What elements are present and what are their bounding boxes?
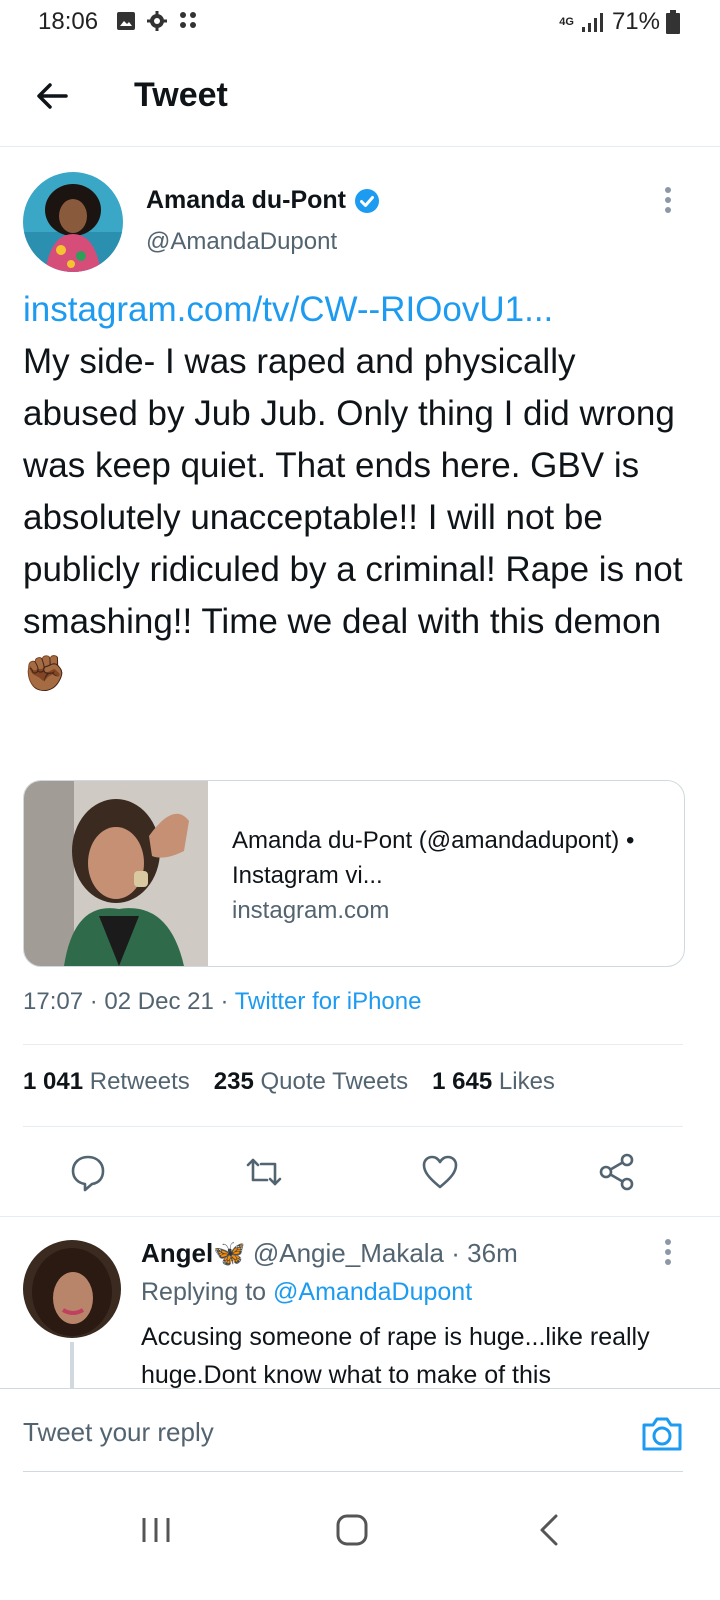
card-text: Amanda du-Pont (@amandadupont) • Instagr… — [232, 823, 672, 928]
gear-icon — [147, 11, 167, 31]
divider — [23, 1044, 683, 1045]
reply-author-handle[interactable]: @Angie_Makala — [253, 1238, 444, 1268]
replying-prefix: Replying to — [141, 1278, 267, 1306]
reply-icon[interactable] — [68, 1152, 108, 1192]
tweet-link[interactable]: instagram.com/tv/CW--RIOovU1... — [23, 284, 693, 336]
replying-to: Replying to @AmandaDupont — [141, 1278, 472, 1307]
retweets-count: 1 041 — [23, 1068, 84, 1095]
tweet-date: 02 Dec 21 — [104, 988, 214, 1015]
replying-to-handle[interactable]: @AmandaDupont — [273, 1278, 472, 1306]
divider — [23, 1126, 683, 1127]
reply-more-options-icon[interactable] — [664, 1238, 672, 1266]
more-options-icon[interactable] — [664, 186, 672, 214]
quotes-count: 235 — [213, 1068, 254, 1095]
author-name-text: Amanda du-Pont — [146, 186, 346, 214]
reply-composer: Tweet your reply — [0, 1388, 720, 1474]
page-title: Tweet — [134, 76, 228, 114]
top-app-bar: Tweet — [0, 46, 720, 147]
author-avatar[interactable] — [23, 172, 123, 272]
author-handle[interactable]: @AmandaDupont — [146, 228, 337, 256]
tweet-time: 17:07 — [23, 988, 84, 1015]
tweet-action-bar — [0, 1140, 720, 1204]
card-thumbnail — [24, 781, 208, 966]
reply-age: 36m — [467, 1238, 518, 1268]
home-icon[interactable] — [332, 1510, 372, 1550]
status-bar: 18:06 4G 71% — [0, 0, 720, 46]
likes-stat[interactable]: 1 645 Likes — [432, 1068, 555, 1096]
status-right: 4G 71% — [559, 8, 680, 36]
author-name[interactable]: Amanda du-Pont — [146, 186, 380, 215]
camera-icon[interactable] — [640, 1413, 684, 1453]
battery-percent: 71% — [611, 8, 660, 35]
dots-grid-icon — [180, 12, 196, 28]
meta-separator: · — [89, 988, 98, 1015]
composer-underline — [23, 1471, 683, 1472]
reply-header: Angel🦋 @Angie_Makala · 36m — [141, 1238, 518, 1269]
back-arrow-icon[interactable] — [32, 76, 72, 116]
gallery-icon — [117, 12, 135, 30]
tweet-text: My side- I was raped and physically abus… — [23, 342, 683, 693]
tweet-source[interactable]: Twitter for iPhone — [235, 988, 422, 1015]
status-notification-icons — [116, 10, 200, 32]
card-domain: instagram.com — [232, 897, 390, 924]
thread-connector-line — [70, 1342, 74, 1390]
retweet-icon[interactable] — [244, 1152, 284, 1192]
meta-separator: · — [451, 1238, 460, 1268]
meta-separator: · — [220, 988, 229, 1015]
system-navigation-bar — [0, 1480, 720, 1600]
tweet-stats: 1 041 Retweets 235 Quote Tweets 1 645 Li… — [23, 1068, 555, 1096]
tweet-metadata: 17:07 · 02 Dec 21 · Twitter for iPhone — [23, 988, 421, 1016]
retweets-label: Retweets — [89, 1068, 190, 1095]
reply-author-name[interactable]: Angel🦋 — [141, 1238, 246, 1268]
signal-icon — [581, 13, 603, 32]
reply-input[interactable]: Tweet your reply — [23, 1417, 214, 1448]
share-icon[interactable] — [597, 1152, 637, 1192]
back-nav-icon[interactable] — [530, 1510, 570, 1550]
retweets-stat[interactable]: 1 041 Retweets — [23, 1068, 190, 1096]
like-heart-icon[interactable] — [420, 1152, 460, 1192]
card-title: Amanda du-Pont (@amandadupont) • Instagr… — [232, 827, 635, 889]
network-type: 4G — [559, 16, 574, 28]
divider — [0, 1216, 720, 1217]
verified-badge-icon — [355, 189, 379, 214]
recent-apps-icon[interactable] — [136, 1510, 176, 1550]
likes-label: Likes — [498, 1068, 555, 1095]
reply-text: Accusing someone of rape is huge...like … — [141, 1323, 650, 1388]
link-preview-card[interactable]: Amanda du-Pont (@amandadupont) • Instagr… — [23, 780, 685, 967]
quotes-label: Quote Tweets — [260, 1068, 409, 1095]
status-time: 18:06 — [38, 8, 99, 35]
tweet-body: instagram.com/tv/CW--RIOovU1... My side-… — [23, 284, 693, 700]
battery-icon — [666, 10, 680, 34]
quotes-stat[interactable]: 235 Quote Tweets — [214, 1068, 408, 1096]
likes-count: 1 645 — [432, 1068, 493, 1095]
reply-avatar[interactable] — [23, 1240, 121, 1338]
